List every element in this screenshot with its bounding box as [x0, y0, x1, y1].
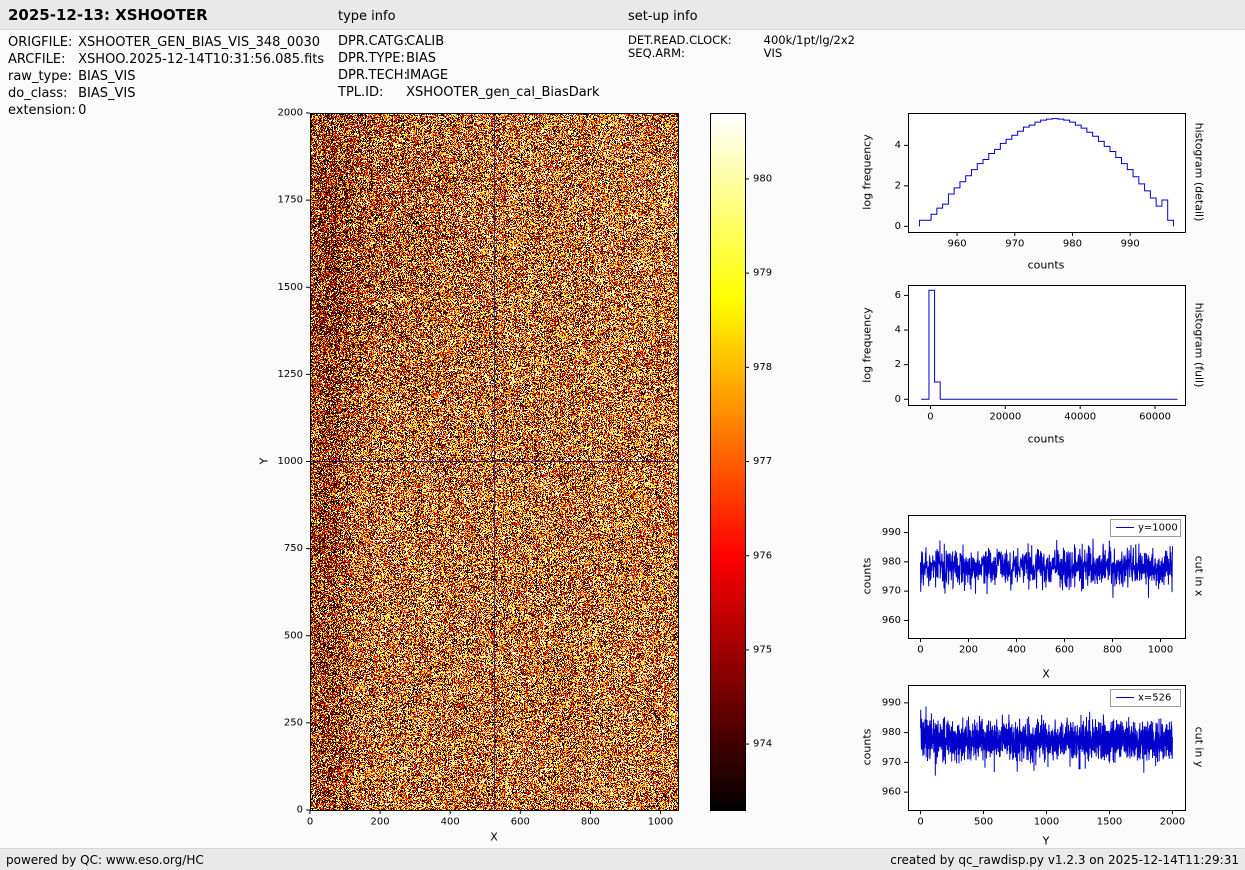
footer-powered-by: powered by QC: www.eso.org/HC	[6, 853, 204, 867]
hist-full-x-label: counts	[1027, 432, 1065, 446]
cut-y-y-label: counts	[860, 728, 874, 766]
bias-image-chart: Y X	[250, 95, 720, 845]
metadata-row-arcfile: ARCFILE: XSHOO.2025-12-14T10:31:56.085.f…	[8, 52, 324, 67]
histogram-full-chart: log frequency counts histogram (full)	[855, 267, 1245, 457]
cut-y-side-label: cut in y	[1192, 726, 1206, 768]
metadata-label: DET.READ.CLOCK:	[628, 33, 732, 47]
metadata-label: SEQ.ARM:	[628, 46, 685, 60]
bias-x-axis-label: X	[490, 830, 498, 844]
hist-detail-side-label: histogram (detail)	[1192, 122, 1206, 222]
metadata-label: raw_type:	[8, 69, 72, 84]
metadata-row-dprtech: DPR.TECH: IMAGE	[338, 68, 448, 83]
cut-in-y-chart: counts Y cut in y	[855, 667, 1245, 848]
footer-bar: powered by QC: www.eso.org/HC created by…	[0, 848, 1245, 870]
metadata-label: ARCFILE:	[8, 52, 66, 67]
metadata-label: do_class:	[8, 86, 68, 101]
histogram-full-canvas	[855, 267, 1245, 457]
hist-full-y-label: log frequency	[860, 307, 874, 383]
footer-created-by: created by qc_rawdisp.py v1.2.3 on 2025-…	[890, 853, 1239, 867]
colorbar	[700, 95, 800, 835]
metadata-row-rawtype: raw_type: BIAS_VIS	[8, 69, 136, 84]
hist-detail-y-label: log frequency	[860, 134, 874, 210]
hist-full-side-label: histogram (full)	[1192, 302, 1206, 388]
metadata-label: DPR.TYPE:	[338, 51, 405, 66]
metadata-value: BIAS	[406, 51, 437, 66]
setup-info-heading: set-up info	[628, 9, 698, 24]
histogram-detail-canvas	[855, 95, 1245, 285]
metadata-label: extension:	[8, 103, 76, 118]
metadata-row-origfile: ORIGFILE: XSHOOTER_GEN_BIAS_VIS_348_0030	[8, 35, 320, 50]
cut-in-y-canvas	[855, 667, 1245, 847]
cut-x-y-label: counts	[860, 557, 874, 595]
cut-in-x-canvas	[855, 497, 1245, 692]
metadata-value: XSHOO.2025-12-14T10:31:56.085.fits	[78, 52, 325, 67]
metadata-value: 0	[78, 103, 87, 118]
metadata-label: DPR.TECH:	[338, 68, 408, 83]
cut-in-x-chart: counts X cut in x	[855, 497, 1245, 692]
bias-image-canvas	[250, 95, 720, 845]
histogram-detail-chart: log frequency counts histogram (detail)	[855, 95, 1245, 285]
metadata-row-doclass: do_class: BIAS_VIS	[8, 86, 136, 101]
type-info-heading: type info	[338, 9, 396, 24]
metadata-value: BIAS_VIS	[78, 69, 136, 84]
metadata-row-extension: extension: 0	[8, 103, 86, 118]
metadata-label: ORIGFILE:	[8, 35, 73, 50]
metadata-value: BIAS_VIS	[78, 86, 136, 101]
cut-y-x-label: Y	[1042, 834, 1050, 848]
cut-x-side-label: cut in x	[1192, 555, 1206, 597]
metadata-value: CALIB	[406, 34, 445, 49]
metadata-row-dprcatg: DPR.CATG: CALIB	[338, 34, 444, 49]
metadata-value: VIS	[763, 46, 783, 60]
metadata-row-readclock: DET.READ.CLOCK: 400k/1pt/lg/2x2	[628, 33, 855, 47]
bias-y-axis-label: Y	[257, 457, 271, 465]
metadata-row-seqarm: SEQ.ARM: VIS	[628, 46, 782, 60]
colorbar-canvas	[700, 95, 800, 835]
metadata-value: XSHOOTER_GEN_BIAS_VIS_348_0030	[78, 35, 321, 50]
qc-report-page: 2025-12-13: XSHOOTER type info set-up in…	[0, 0, 1245, 870]
metadata-value: IMAGE	[406, 68, 449, 83]
metadata-value: 400k/1pt/lg/2x2	[763, 33, 855, 47]
metadata-row-dprtype: DPR.TYPE: BIAS	[338, 51, 436, 66]
page-title: 2025-12-13: XSHOOTER	[8, 6, 208, 24]
metadata-label: DPR.CATG:	[338, 34, 408, 49]
